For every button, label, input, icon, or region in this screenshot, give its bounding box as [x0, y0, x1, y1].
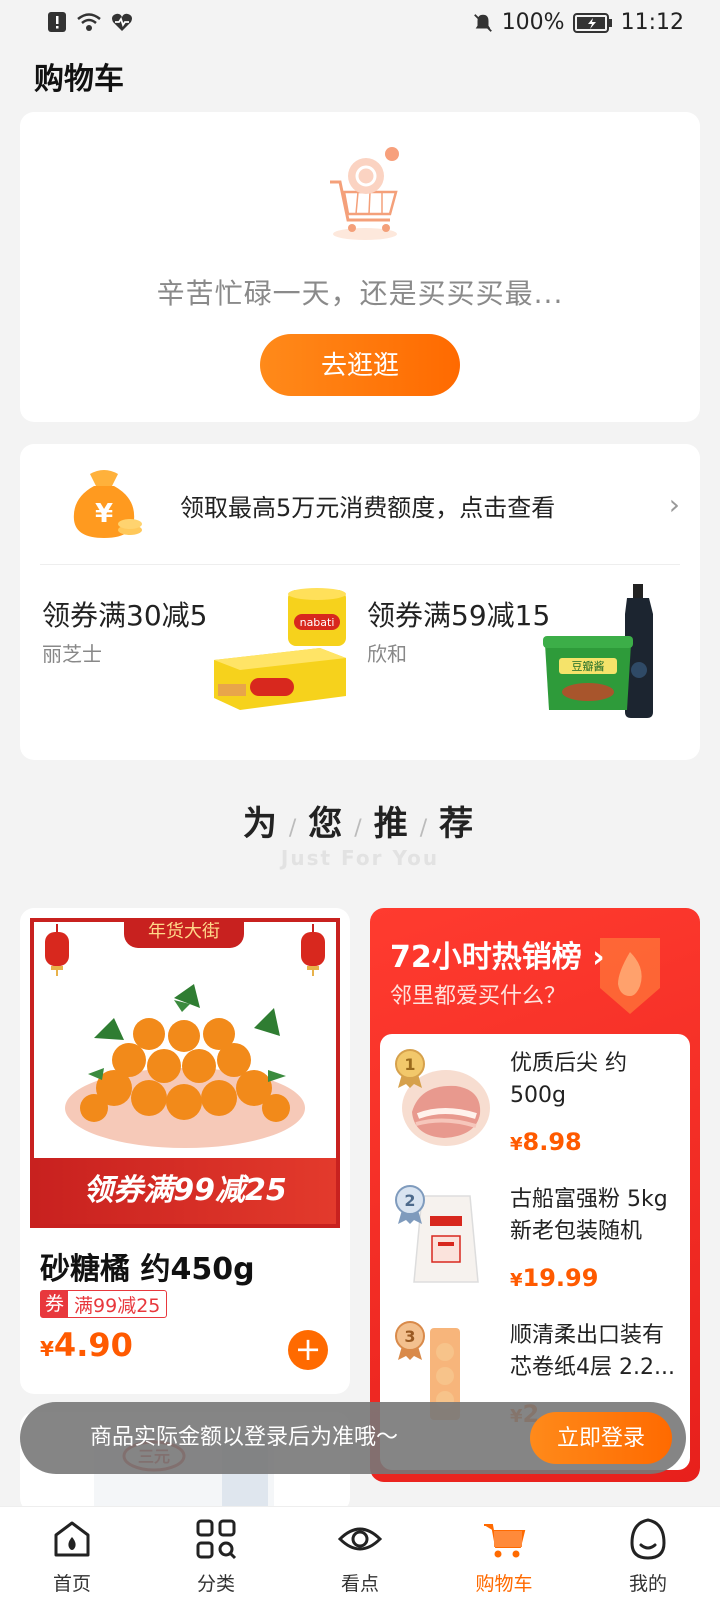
- coupon-badge-icon: 券: [41, 1291, 69, 1317]
- nav-label: 分类: [196, 1573, 235, 1595]
- coupon-brand: 丽芝士: [42, 642, 102, 666]
- sauce-product-image: 豆瓣酱: [543, 584, 653, 718]
- hot-item-name: 古船富强粉 5kg新老包装随机: [510, 1187, 668, 1244]
- coupon-item[interactable]: 领券满30减5 丽芝士 nabati: [20, 588, 346, 744]
- coupon-badge: 券 满99减25: [40, 1290, 168, 1318]
- nav-label: 首页: [52, 1573, 91, 1595]
- login-button[interactable]: 立即登录: [530, 1412, 672, 1464]
- product-name: 砂糖橘 约450g: [40, 1252, 255, 1287]
- alert-icon: [48, 12, 66, 32]
- hot-list-item[interactable]: 1 优质后尖 约500g ¥8.98: [380, 1034, 690, 1170]
- hot-list-title[interactable]: 72小时热销榜 ›: [390, 932, 605, 976]
- credit-offer-text: 领取最高5万元消费额度，点击查看: [180, 494, 556, 522]
- nav-cart[interactable]: 购物车: [432, 1507, 576, 1600]
- add-to-cart-button[interactable]: +: [288, 1330, 328, 1370]
- svg-text:3: 3: [404, 1327, 415, 1346]
- product-top-tag: 年货大街: [124, 922, 244, 948]
- nav-home[interactable]: 首页: [0, 1507, 144, 1600]
- mute-icon: [473, 13, 492, 32]
- battery-percent: 100%: [501, 10, 565, 35]
- wafer-product-image: nabati: [214, 588, 346, 710]
- empty-cart-illustration: [330, 147, 399, 240]
- rank-medal-icon: 1: [395, 1049, 425, 1088]
- nav-discover[interactable]: 看点: [288, 1507, 432, 1600]
- divider: [40, 564, 680, 565]
- product-price: ¥4.90: [40, 1326, 133, 1364]
- coupon-brand: 欣和: [367, 642, 407, 666]
- nav-category[interactable]: 分类: [144, 1507, 288, 1600]
- wifi-icon: [77, 13, 101, 31]
- hot-list-card[interactable]: 72小时热销榜 › 邻里都爱买什么？ 1 优质后尖 约500g ¥8.98 2 …: [370, 908, 700, 1482]
- product-image[interactable]: 年货大街 领券满99减25: [30, 918, 340, 1228]
- clock: 11:12: [620, 10, 684, 35]
- eye-icon: [338, 1527, 382, 1551]
- hot-item-name: 顺清柔出口装有芯卷纸4层 2.2...: [510, 1323, 675, 1380]
- bottom-nav: 首页 分类 看点 购物车 我的: [0, 1506, 720, 1600]
- login-prompt-text: 商品实际金额以登录后为准哦～: [90, 1425, 399, 1450]
- go-shopping-button[interactable]: 去逛逛: [260, 334, 460, 396]
- hot-item-price: ¥8.98: [510, 1128, 582, 1156]
- nav-label: 购物车: [475, 1573, 533, 1595]
- money-bag-icon: ¥: [73, 470, 142, 538]
- cart-icon: [484, 1524, 526, 1558]
- svg-text:nabati: nabati: [300, 616, 335, 629]
- product-promo-banner: 领券满99减25: [34, 1158, 336, 1224]
- empty-cart-card: 辛苦忙碌一天，还是买买买最... 去逛逛: [20, 112, 700, 422]
- health-icon: [112, 13, 132, 32]
- category-icon: [196, 1519, 237, 1560]
- chevron-right-icon: ›: [668, 488, 680, 521]
- login-prompt-toast: 商品实际金额以登录后为准哦～ 立即登录: [20, 1402, 686, 1474]
- nav-label: 看点: [340, 1573, 379, 1595]
- recommend-title: 为 / 您 / 推 / 荐: [242, 804, 478, 844]
- rank-medal-icon: 2: [395, 1185, 425, 1224]
- svg-text:¥: ¥: [95, 499, 113, 529]
- nav-profile[interactable]: 我的: [576, 1507, 720, 1600]
- svg-text:1: 1: [404, 1055, 415, 1074]
- nav-label: 我的: [628, 1573, 667, 1595]
- battery-icon: [572, 12, 612, 33]
- lantern-icon: [301, 924, 325, 976]
- mandarin-oranges-image: [65, 984, 305, 1148]
- page-title: 购物车: [34, 62, 124, 97]
- status-bar: 100% 11:12: [0, 0, 720, 48]
- hot-list-item[interactable]: 2 古船富强粉 5kg新老包装随机 ¥19.99: [380, 1170, 690, 1306]
- rank-medal-icon: 3: [395, 1321, 425, 1360]
- hot-item-price: ¥19.99: [510, 1264, 599, 1292]
- empty-cart-message: 辛苦忙碌一天，还是买买买最...: [156, 277, 564, 310]
- coupon-title: 领券满59减15: [367, 599, 551, 632]
- hot-item-name: 优质后尖 约500g: [510, 1051, 627, 1108]
- product-card[interactable]: 年货大街 领券满99减25 砂糖橘 约450g 券 满99减25 ¥4.90 +: [20, 908, 350, 1394]
- coupon-title: 领券满30减5: [42, 599, 208, 632]
- profile-icon: [630, 1518, 666, 1560]
- coupon-item[interactable]: 领券满59减15 欣和 豆瓣酱: [345, 584, 665, 744]
- promo-card: ¥ 领取最高5万元消费额度，点击查看 › 领券满30减5 丽芝士 nabati …: [20, 444, 700, 760]
- credit-offer-row[interactable]: ¥ 领取最高5万元消费额度，点击查看 ›: [20, 444, 700, 564]
- svg-text:2: 2: [404, 1191, 415, 1210]
- coupon-badge-text: 满99减25: [74, 1294, 161, 1317]
- hot-list-subtitle: 邻里都爱买什么？: [390, 984, 567, 1009]
- lantern-icon: [45, 924, 69, 976]
- recommend-subtitle: Just For You: [280, 846, 440, 870]
- svg-text:豆瓣酱: 豆瓣酱: [572, 659, 605, 673]
- home-icon: [54, 1521, 90, 1557]
